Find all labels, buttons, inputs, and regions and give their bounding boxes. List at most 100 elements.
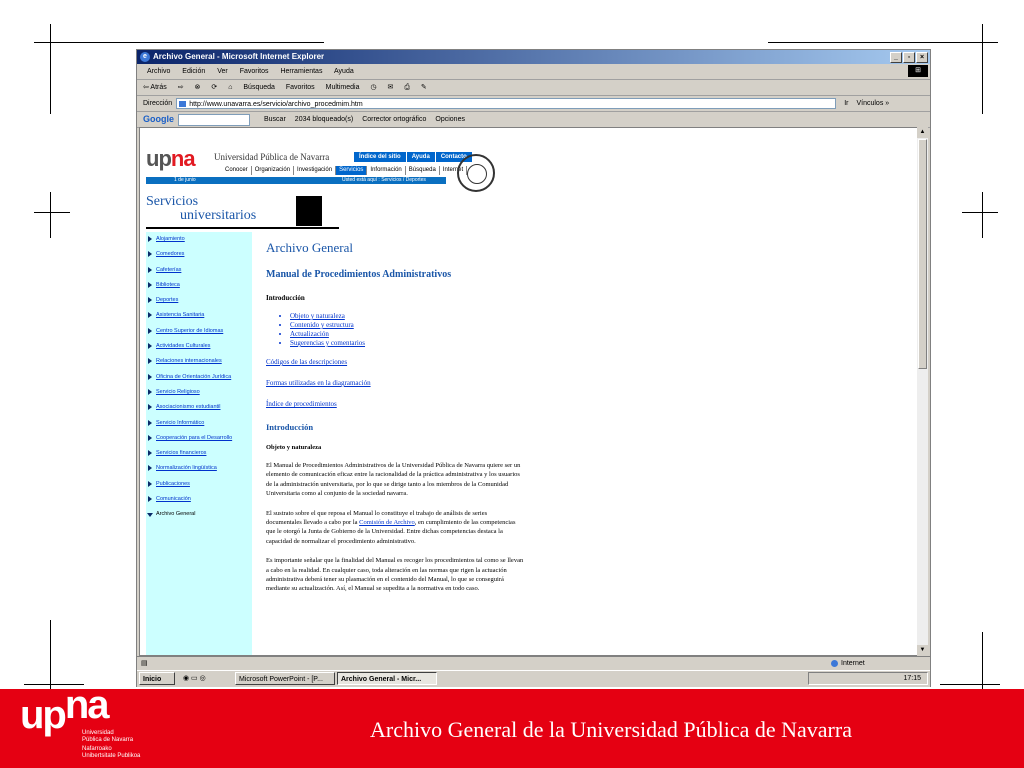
title-bar[interactable]: e Archivo General - Microsoft Internet E… bbox=[137, 50, 930, 64]
page-icon: ▤ bbox=[141, 660, 148, 667]
sidebar-item-alojamiento[interactable]: Alojamiento bbox=[146, 232, 252, 247]
link-actualizacion[interactable]: Actualización bbox=[290, 330, 524, 339]
edit-icon[interactable]: ✎ bbox=[421, 84, 427, 91]
links-button[interactable]: Vínculos » bbox=[856, 96, 889, 111]
address-input[interactable]: http://www.unavarra.es/servicio/archivo_… bbox=[176, 98, 837, 109]
nav-indice[interactable]: Índice del sitio bbox=[354, 152, 407, 162]
link-comision[interactable]: Comisión de Archivo bbox=[359, 519, 415, 526]
favorites-button[interactable]: Favoritos bbox=[286, 84, 315, 91]
link-formas[interactable]: Formas utilizadas en la diagramación bbox=[266, 379, 524, 387]
stop-icon[interactable]: ⊗ bbox=[195, 84, 201, 91]
link-indice[interactable]: Índice de procedimientos bbox=[266, 400, 524, 408]
quicklaunch-icons[interactable]: ◉ ▭ ◎ bbox=[183, 671, 206, 687]
forward-button[interactable]: ⇨ bbox=[178, 84, 184, 91]
sidebar-item-orientacion[interactable]: Oficina de Orientación Jurídica bbox=[146, 370, 252, 385]
sidebar-item-religioso[interactable]: Servicio Religioso bbox=[146, 385, 252, 400]
sidebar-item-normalizacion[interactable]: Normalización lingüística bbox=[146, 461, 252, 476]
sidebar-item-comunicacion[interactable]: Comunicación bbox=[146, 492, 252, 507]
google-search-input[interactable] bbox=[178, 113, 250, 126]
link-codigos[interactable]: Códigos de las descripciones bbox=[266, 358, 524, 366]
close-button[interactable]: × bbox=[916, 52, 928, 63]
sidebar-item-financieros[interactable]: Servicios financieros bbox=[146, 446, 252, 461]
upna-logo[interactable]: upna bbox=[146, 146, 196, 172]
maximize-button[interactable]: ▫ bbox=[903, 52, 915, 63]
sidebar-item-cooperacion[interactable]: Cooperación para el Desarrollo bbox=[146, 431, 252, 446]
footer-banner: upna Universidad Pública de Navarra Nafa… bbox=[0, 683, 1024, 768]
sidebar-item-asistencia[interactable]: Asistencia Sanitaria bbox=[146, 308, 252, 323]
vertical-scrollbar[interactable]: ▲ ▼ bbox=[917, 127, 928, 656]
browser-window: e Archivo General - Microsoft Internet E… bbox=[136, 49, 931, 687]
taskbar: Inicio ◉ ▭ ◎ Microsoft PowerPoint - [P..… bbox=[137, 670, 930, 687]
zone-label: Internet bbox=[831, 657, 865, 671]
scroll-down-icon[interactable]: ▼ bbox=[917, 645, 928, 656]
section-title-line2: universitarios bbox=[180, 208, 257, 223]
sidebar-item-relaciones[interactable]: Relaciones internacionales bbox=[146, 354, 252, 369]
nav-busqueda[interactable]: Búsqueda bbox=[406, 166, 440, 175]
internet-explorer-icon: e bbox=[140, 52, 150, 62]
section-underline bbox=[146, 227, 339, 229]
search-button[interactable]: Búsqueda bbox=[243, 84, 275, 91]
sidebar-item-biblioteca[interactable]: Biblioteca bbox=[146, 278, 252, 293]
refresh-icon[interactable]: ⟳ bbox=[211, 84, 217, 91]
history-icon[interactable]: ◷ bbox=[370, 84, 376, 91]
link-objeto[interactable]: Objeto y naturaleza bbox=[290, 312, 524, 321]
sidebar-item-informatico[interactable]: Servicio Informático bbox=[146, 416, 252, 431]
nav-informacion[interactable]: Información bbox=[367, 166, 406, 175]
options-button[interactable]: Opciones bbox=[435, 112, 465, 127]
nav-servicios[interactable]: Servicios bbox=[336, 166, 368, 175]
crop-mark bbox=[34, 212, 70, 213]
link-sugerencias[interactable]: Sugerencias y comentarios bbox=[290, 339, 524, 348]
menu-ver[interactable]: Ver bbox=[217, 68, 228, 75]
back-button[interactable]: ⇦ Atrás bbox=[143, 84, 167, 91]
popup-blocked-button[interactable]: 2034 bloqueado(s) bbox=[295, 112, 353, 127]
menu-edicion[interactable]: Edición bbox=[182, 68, 205, 75]
minimize-button[interactable]: _ bbox=[890, 52, 902, 63]
sidebar-item-comedores[interactable]: Comedores bbox=[146, 247, 252, 262]
menu-herramientas[interactable]: Herramientas bbox=[280, 68, 322, 75]
sidebar-item-idiomas[interactable]: Centro Superior de Idiomas bbox=[146, 324, 252, 339]
menu-favoritos[interactable]: Favoritos bbox=[240, 68, 269, 75]
multimedia-button[interactable]: Multimedia bbox=[326, 84, 360, 91]
start-button[interactable]: Inicio bbox=[139, 672, 175, 685]
google-logo[interactable]: Google bbox=[143, 112, 174, 127]
nav-ayuda[interactable]: Ayuda bbox=[407, 152, 436, 162]
home-icon[interactable]: ⌂ bbox=[228, 84, 232, 91]
taskbar-archivo-general[interactable]: Archivo General - Micr... bbox=[337, 672, 437, 685]
taskbar-powerpoint[interactable]: Microsoft PowerPoint - [P... bbox=[235, 672, 335, 685]
sidebar: Alojamiento Comedores Cafeterías Bibliot… bbox=[146, 232, 252, 655]
footer-logo-subtext: Universidad Pública de Navarra Nafarroak… bbox=[82, 730, 141, 759]
page-viewport: upna Universidad Pública de Navarra Índi… bbox=[139, 127, 919, 656]
sidebar-item-publicaciones[interactable]: Publicaciones bbox=[146, 477, 252, 492]
crop-mark bbox=[768, 42, 998, 43]
sidebar-item-archivo[interactable]: Archivo General bbox=[146, 507, 252, 522]
sidebar-item-asociacionismo[interactable]: Asociacionismo estudiantil bbox=[146, 400, 252, 415]
crop-mark bbox=[50, 192, 51, 238]
main-content: Archivo General Manual de Procedimientos… bbox=[266, 240, 524, 594]
spellcheck-button[interactable]: Corrector ortográfico bbox=[362, 112, 426, 127]
nav-conocer[interactable]: Conocer bbox=[222, 166, 252, 175]
nav-investigacion[interactable]: Investigación bbox=[294, 166, 337, 175]
date-breadcrumb-bar: 1 de junio Usted está aquí : Servicios /… bbox=[146, 177, 446, 184]
go-button[interactable]: Ir bbox=[844, 96, 848, 111]
sidebar-item-deportes[interactable]: Deportes bbox=[146, 293, 252, 308]
main-nav: Conocer Organización Investigación Servi… bbox=[222, 166, 468, 175]
link-contenido[interactable]: Contenido y estructura bbox=[290, 321, 524, 330]
scroll-up-icon[interactable]: ▲ bbox=[917, 127, 928, 138]
nav-organizacion[interactable]: Organización bbox=[252, 166, 295, 175]
scroll-thumb[interactable] bbox=[918, 139, 927, 369]
menu-archivo[interactable]: Archivo bbox=[147, 68, 170, 75]
paragraph-3: Es importante señalar que la finalidad d… bbox=[266, 557, 524, 593]
sidebar-item-cafeterias[interactable]: Cafeterías bbox=[146, 263, 252, 278]
windows-logo-icon: ⊞ bbox=[908, 65, 928, 77]
mail-icon[interactable]: ✉ bbox=[388, 84, 394, 91]
sidebar-item-cultura[interactable]: Actividades Culturales bbox=[146, 339, 252, 354]
paragraph-2: El sustrato sobre el que reposa el Manua… bbox=[266, 509, 516, 545]
site-header: upna Universidad Pública de Navarra Índi… bbox=[146, 146, 495, 192]
print-icon[interactable]: ⎙ bbox=[404, 84, 410, 91]
section-banner: Servicios universitarios bbox=[146, 194, 339, 229]
menu-ayuda[interactable]: Ayuda bbox=[334, 68, 354, 75]
google-buscar-button[interactable]: Buscar bbox=[264, 112, 286, 127]
page-title: Archivo General bbox=[266, 240, 353, 255]
crop-mark bbox=[982, 632, 983, 689]
paragraph-1: El Manual de Procedimientos Administrati… bbox=[266, 462, 521, 498]
